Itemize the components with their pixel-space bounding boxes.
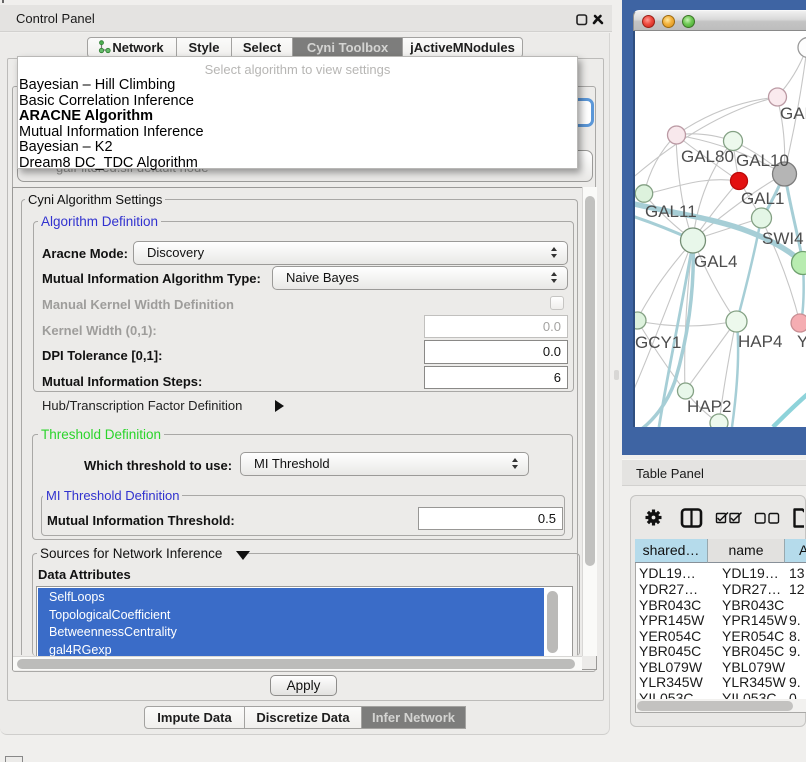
svg-text:GAL: GAL — [780, 104, 806, 123]
svg-text:GCY1: GCY1 — [635, 333, 681, 352]
svg-text:HAP4: HAP4 — [738, 332, 782, 351]
svg-text:Y: Y — [797, 332, 806, 351]
svg-text:GAL11: GAL11 — [645, 202, 697, 221]
svg-text:GAL80: GAL80 — [681, 147, 734, 166]
svg-text:SWI4: SWI4 — [762, 229, 804, 248]
svg-text:GAL4: GAL4 — [694, 252, 737, 271]
svg-text:GAL10: GAL10 — [736, 151, 789, 170]
svg-text:GAL1: GAL1 — [741, 189, 784, 208]
svg-text:HAP2: HAP2 — [687, 397, 731, 416]
